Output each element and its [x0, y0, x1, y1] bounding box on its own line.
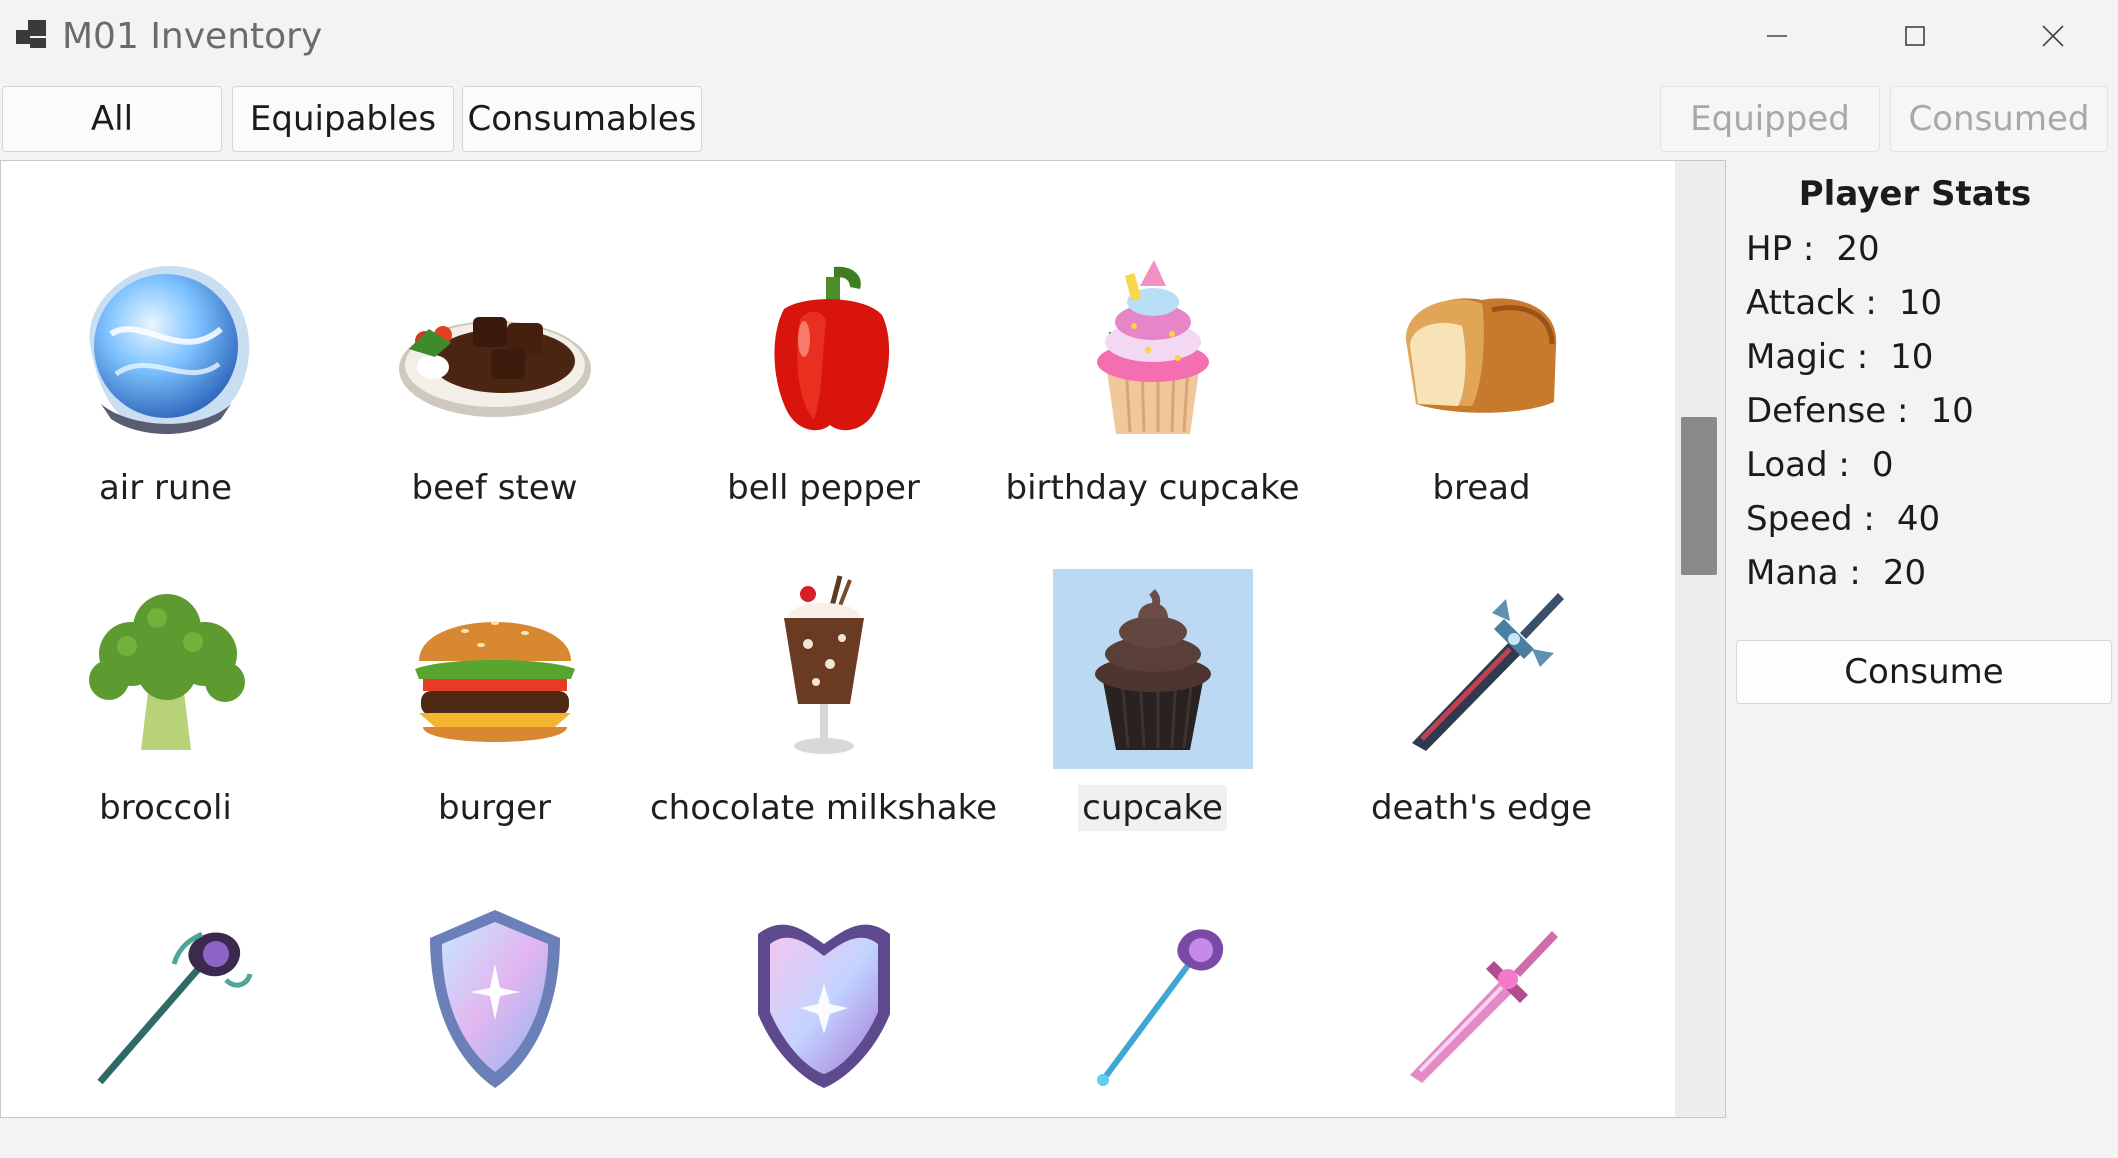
inventory-item-selected[interactable]: cupcake	[988, 569, 1317, 831]
item-label: bread	[1432, 468, 1531, 508]
item-label: death's edge	[1370, 788, 1593, 828]
scrollbar-track[interactable]	[1675, 161, 1725, 1117]
burger-icon	[395, 569, 595, 769]
inventory-item[interactable]	[1, 899, 330, 1115]
pink-sword-icon	[1382, 899, 1582, 1099]
inventory-item[interactable]: bell pepper	[659, 249, 988, 511]
minimize-button[interactable]	[1708, 0, 1846, 72]
player-stats-panel: Player Stats HP : 20 Attack : 10 Magic : 10…	[1736, 160, 2116, 600]
armor-icon	[724, 899, 924, 1099]
stat-label: HP :	[1746, 229, 1815, 269]
stat-value: 0	[1871, 445, 1894, 485]
inventory-item[interactable]: burger	[330, 569, 659, 831]
sword-icon	[1382, 569, 1582, 769]
stat-label: Mana :	[1746, 553, 1861, 593]
inventory-item[interactable]: chocolate milkshake	[650, 569, 997, 831]
inventory-item[interactable]: broccoli	[1, 569, 330, 831]
stat-mana: Mana : 20	[1746, 546, 2116, 600]
inventory-item[interactable]: birthday cupcake	[988, 249, 1317, 511]
stat-value: 10	[1930, 391, 1974, 431]
stat-label: Load :	[1746, 445, 1850, 485]
bell-pepper-icon	[724, 249, 924, 449]
stat-value: 20	[1882, 553, 1927, 593]
shield-icon	[395, 899, 595, 1099]
maximize-icon	[1905, 26, 1925, 46]
filter-consumables-button[interactable]: Consumables	[462, 86, 702, 152]
stat-defense: Defense : 10	[1746, 384, 2116, 438]
stat-value: 20	[1836, 229, 1880, 269]
inventory-item[interactable]	[1317, 899, 1646, 1115]
stat-speed: Speed : 40	[1746, 492, 2116, 546]
consume-button[interactable]: Consume	[1736, 640, 2112, 704]
item-label: cupcake	[1078, 785, 1227, 831]
minimize-icon	[1767, 35, 1787, 37]
stat-label: Defense :	[1746, 391, 1909, 431]
filter-equipables-button[interactable]: Equipables	[232, 86, 454, 152]
item-label: beef stew	[411, 468, 578, 508]
item-label: burger	[438, 788, 551, 828]
inventory-item[interactable]	[988, 899, 1317, 1115]
stat-attack: Attack : 10	[1746, 276, 2116, 330]
item-label: bell pepper	[727, 468, 920, 508]
chocolate-milkshake-icon	[724, 569, 924, 769]
equipped-button[interactable]: Equipped	[1660, 86, 1880, 152]
title-bar: M01 Inventory	[0, 0, 2118, 78]
inventory-item[interactable]: bread	[1317, 249, 1646, 511]
stat-value: 10	[1898, 283, 1943, 323]
stat-label: Speed :	[1746, 499, 1875, 539]
item-label: birthday cupcake	[1005, 468, 1300, 508]
stat-value: 10	[1890, 337, 1934, 377]
scrollbar-thumb[interactable]	[1681, 417, 1717, 575]
wand-icon	[1053, 899, 1253, 1099]
inventory-item[interactable]: death's edge	[1317, 569, 1646, 831]
close-icon	[2042, 25, 2064, 47]
app-icon	[16, 20, 46, 48]
item-label: chocolate milkshake	[649, 788, 998, 828]
maximize-button[interactable]	[1846, 0, 1984, 72]
air-rune-icon	[66, 249, 266, 449]
inventory-item[interactable]: air rune	[1, 249, 330, 511]
cupcake-icon	[1052, 569, 1253, 769]
window-title: M01 Inventory	[62, 16, 323, 57]
inventory-grid[interactable]: air rune beef stew bell pepper birthday …	[0, 160, 1726, 1118]
close-button[interactable]	[1984, 0, 2118, 72]
inventory-item[interactable]	[659, 899, 988, 1115]
broccoli-icon	[66, 569, 266, 769]
stat-value: 40	[1896, 499, 1941, 539]
beef-stew-icon	[395, 249, 595, 449]
stat-hp: HP : 20	[1746, 222, 2116, 276]
consumed-button[interactable]: Consumed	[1890, 86, 2108, 152]
inventory-item[interactable]	[330, 899, 659, 1115]
stat-magic: Magic : 10	[1746, 330, 2116, 384]
stat-label: Magic :	[1746, 337, 1869, 377]
stat-load: Load : 0	[1746, 438, 2116, 492]
item-label: broccoli	[99, 788, 232, 828]
birthday-cupcake-icon	[1053, 249, 1253, 449]
filter-all-button[interactable]: All	[2, 86, 222, 152]
player-stats-title: Player Stats	[1798, 174, 2032, 214]
bread-icon	[1382, 249, 1582, 449]
staff-icon	[66, 899, 266, 1099]
item-label: air rune	[98, 468, 233, 508]
inventory-item[interactable]: beef stew	[330, 249, 659, 511]
stat-label: Attack :	[1746, 283, 1877, 323]
